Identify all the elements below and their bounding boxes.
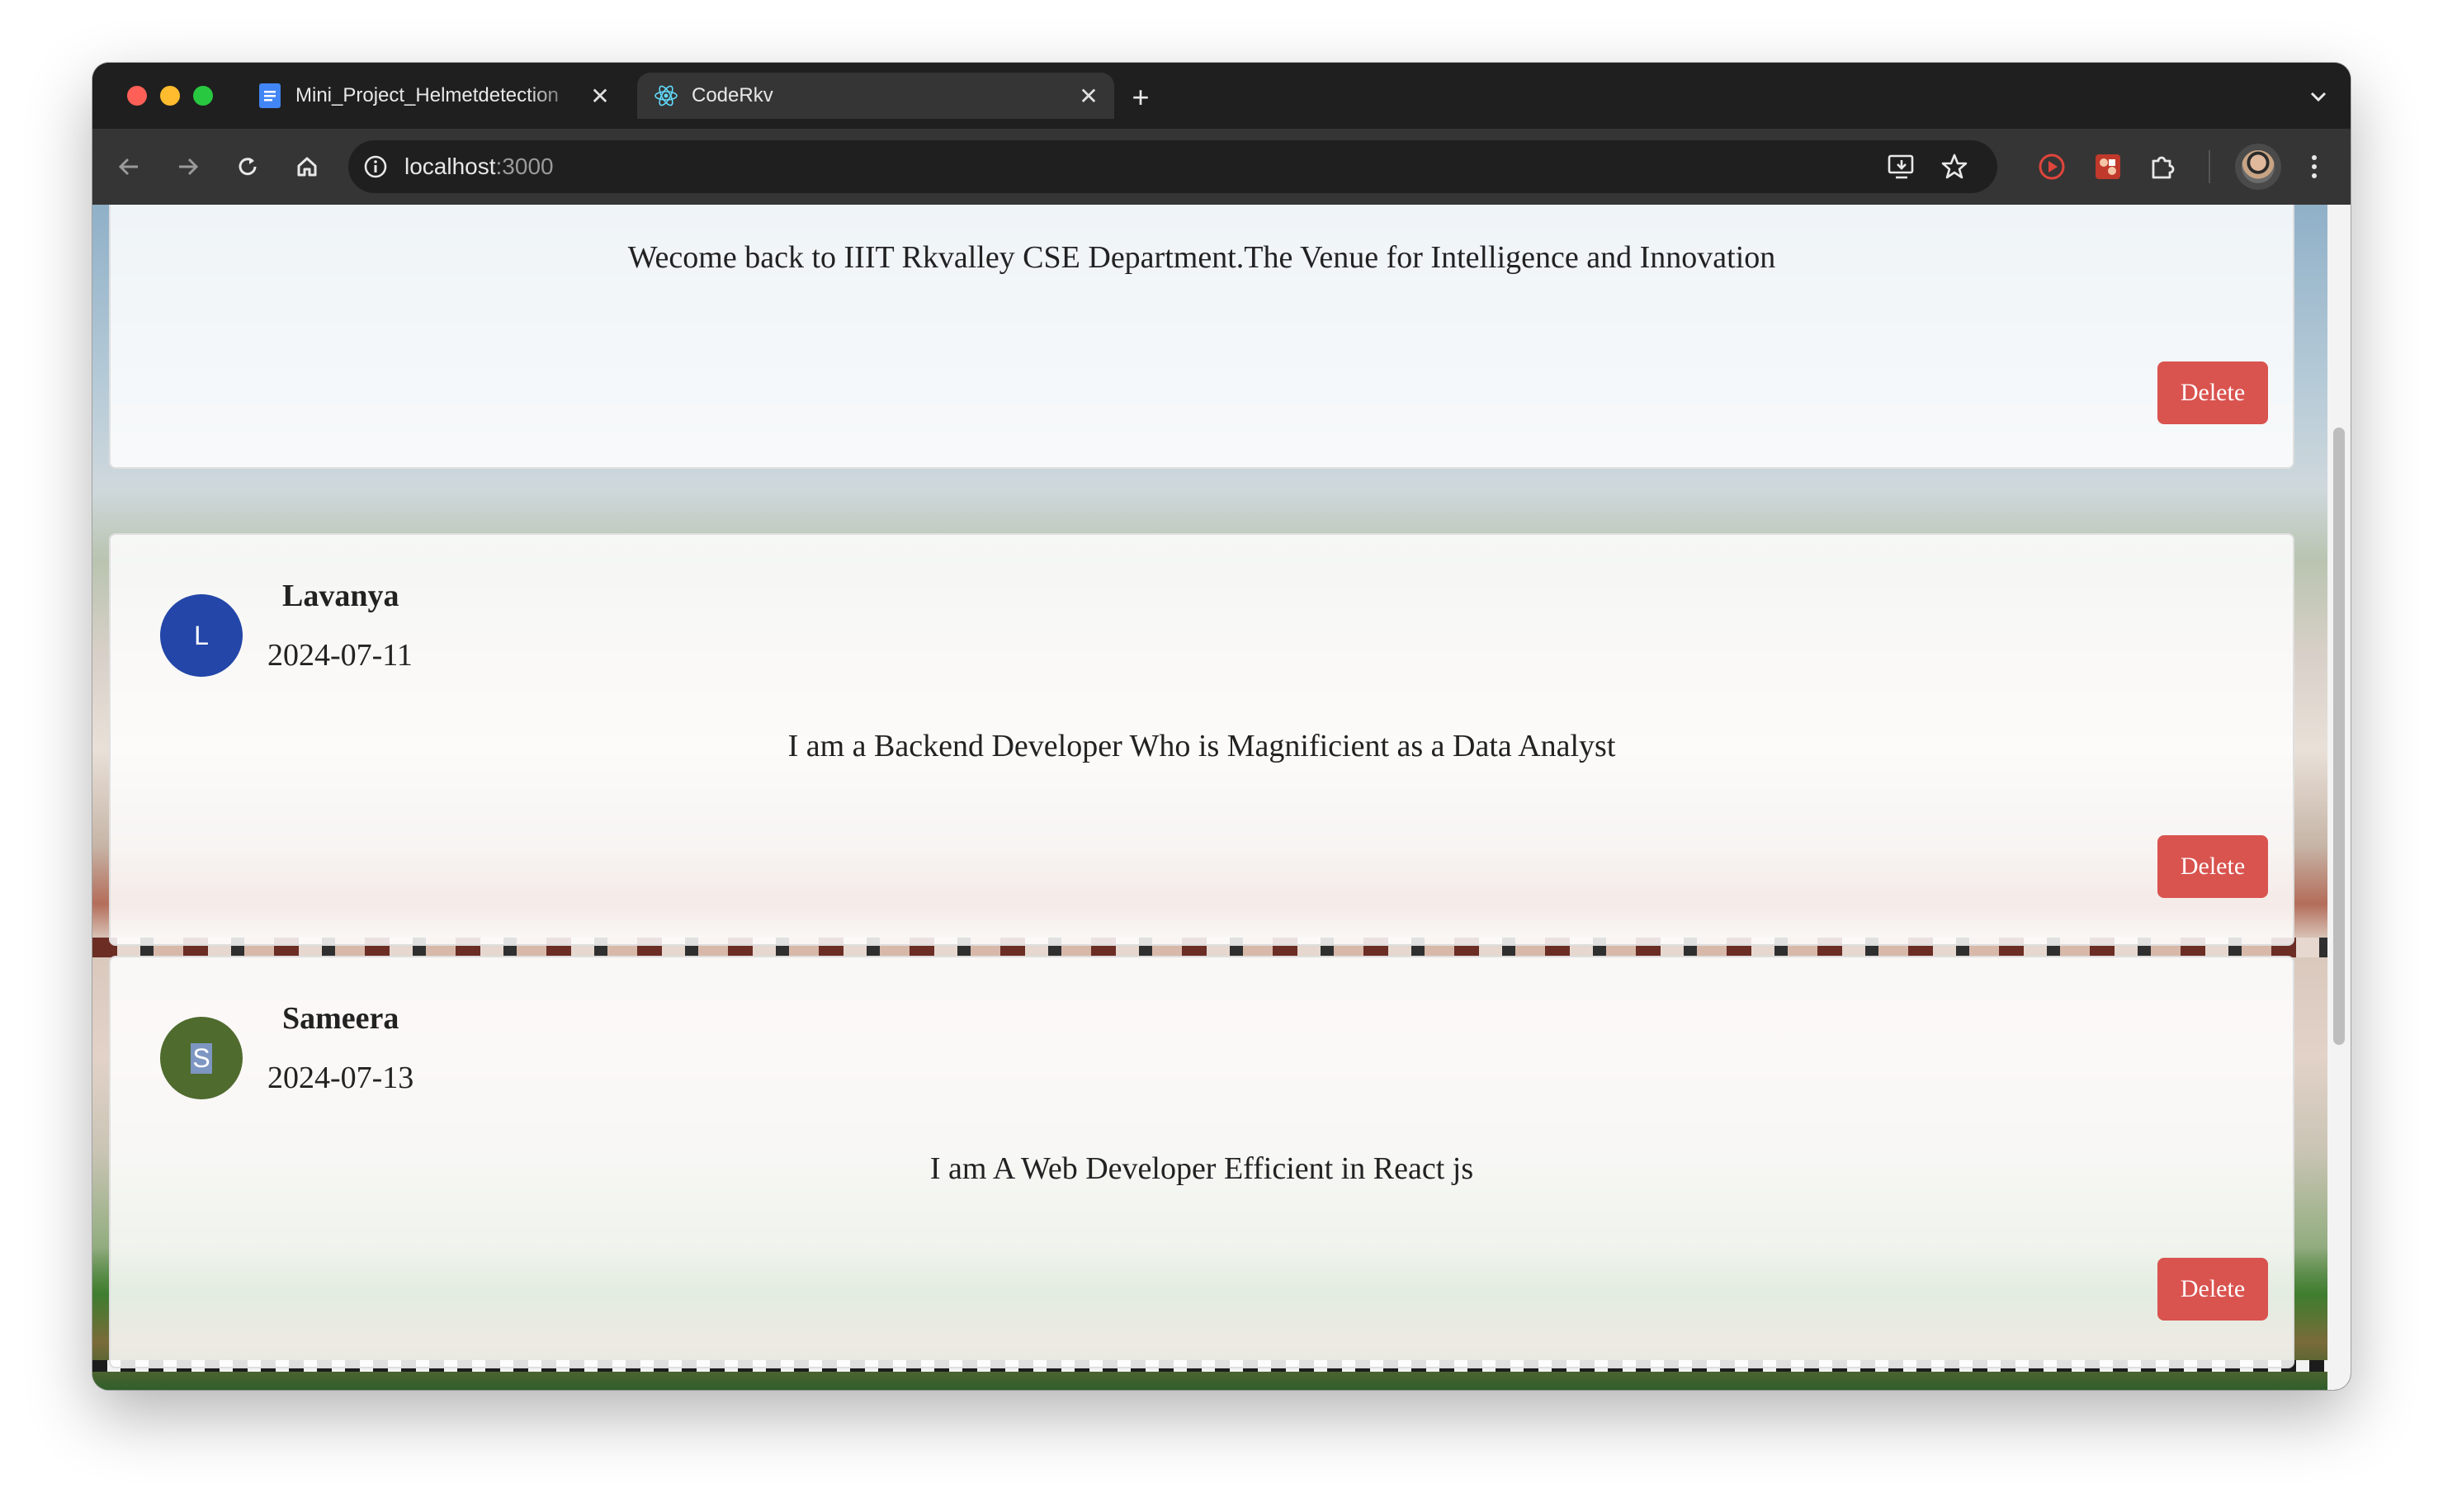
tab-search-chevron-icon[interactable] (2306, 84, 2331, 109)
tab-bar: Mini_Project_Helmetdetection ✕ CodeRkv ✕… (92, 63, 2351, 129)
post-author-name: Lavanya (282, 579, 399, 613)
profile-avatar-icon[interactable] (2235, 144, 2281, 190)
address-bar[interactable]: localhost:3000 (348, 140, 1997, 193)
bookmark-star-icon[interactable] (1936, 149, 1973, 185)
window-close-button[interactable] (127, 86, 147, 106)
new-tab-button[interactable]: + (1124, 80, 1157, 114)
avatar: S (160, 1017, 243, 1099)
home-icon[interactable] (289, 149, 325, 185)
tab-close-icon[interactable]: ✕ (1075, 82, 1103, 110)
google-docs-icon (258, 83, 282, 108)
scrollbar-track[interactable] (2327, 205, 2351, 1390)
reload-icon[interactable] (229, 149, 266, 185)
post-card: S Sameera 2024-07-13 I am A Web Develope… (109, 956, 2294, 1368)
extension-app-icon[interactable] (2090, 149, 2126, 185)
post-card: L Lavanya 2024-07-11 I am a Backend Deve… (109, 533, 2294, 946)
delete-button[interactable]: Delete (2157, 1258, 2268, 1321)
site-info-icon[interactable] (361, 153, 390, 181)
avatar-letter: S (191, 1042, 212, 1074)
tab-title: Mini_Project_Helmetdetection (295, 84, 559, 106)
url-text: localhost:3000 (404, 154, 554, 179)
delete-button[interactable]: Delete (2157, 835, 2268, 898)
toolbar-separator (2209, 150, 2210, 183)
post-message: I am A Web Developer Efficient in React … (929, 1151, 1474, 1186)
forward-arrow-icon[interactable] (170, 149, 206, 185)
scrollbar-thumb[interactable] (2333, 428, 2345, 1045)
post-author-name: Sameera (282, 1001, 399, 1036)
post-message: Wecome back to IIIT Rkvalley CSE Departm… (627, 240, 1776, 275)
window-minimize-button[interactable] (160, 86, 180, 106)
browser-window: Mini_Project_Helmetdetection ✕ CodeRkv ✕… (92, 63, 2351, 1390)
post-message: I am a Backend Developer Who is Magnific… (787, 729, 1616, 763)
post-card: Wecome back to IIIT Rkvalley CSE Departm… (109, 205, 2294, 469)
react-icon (654, 83, 678, 108)
more-menu-icon[interactable] (2296, 149, 2332, 185)
delete-button[interactable]: Delete (2157, 361, 2268, 424)
window-maximize-button[interactable] (193, 86, 213, 106)
browser-toolbar: localhost:3000 (92, 129, 2351, 205)
avatar: L (160, 594, 243, 677)
tab-coderkv[interactable]: CodeRkv ✕ (637, 73, 1114, 119)
install-app-icon[interactable] (1883, 149, 1920, 185)
page-content[interactable]: Wecome back to IIIT Rkvalley CSE Departm… (92, 205, 2351, 1390)
tab-close-icon[interactable]: ✕ (586, 82, 614, 110)
extensions-puzzle-icon[interactable] (2144, 149, 2181, 185)
tab-mini-project[interactable]: Mini_Project_Helmetdetection ✕ (241, 73, 626, 119)
post-date: 2024-07-11 (267, 638, 413, 673)
post-date: 2024-07-13 (267, 1061, 414, 1095)
tab-title: CodeRkv (692, 84, 773, 106)
back-arrow-icon[interactable] (111, 149, 147, 185)
record-extension-icon[interactable] (2034, 149, 2070, 185)
